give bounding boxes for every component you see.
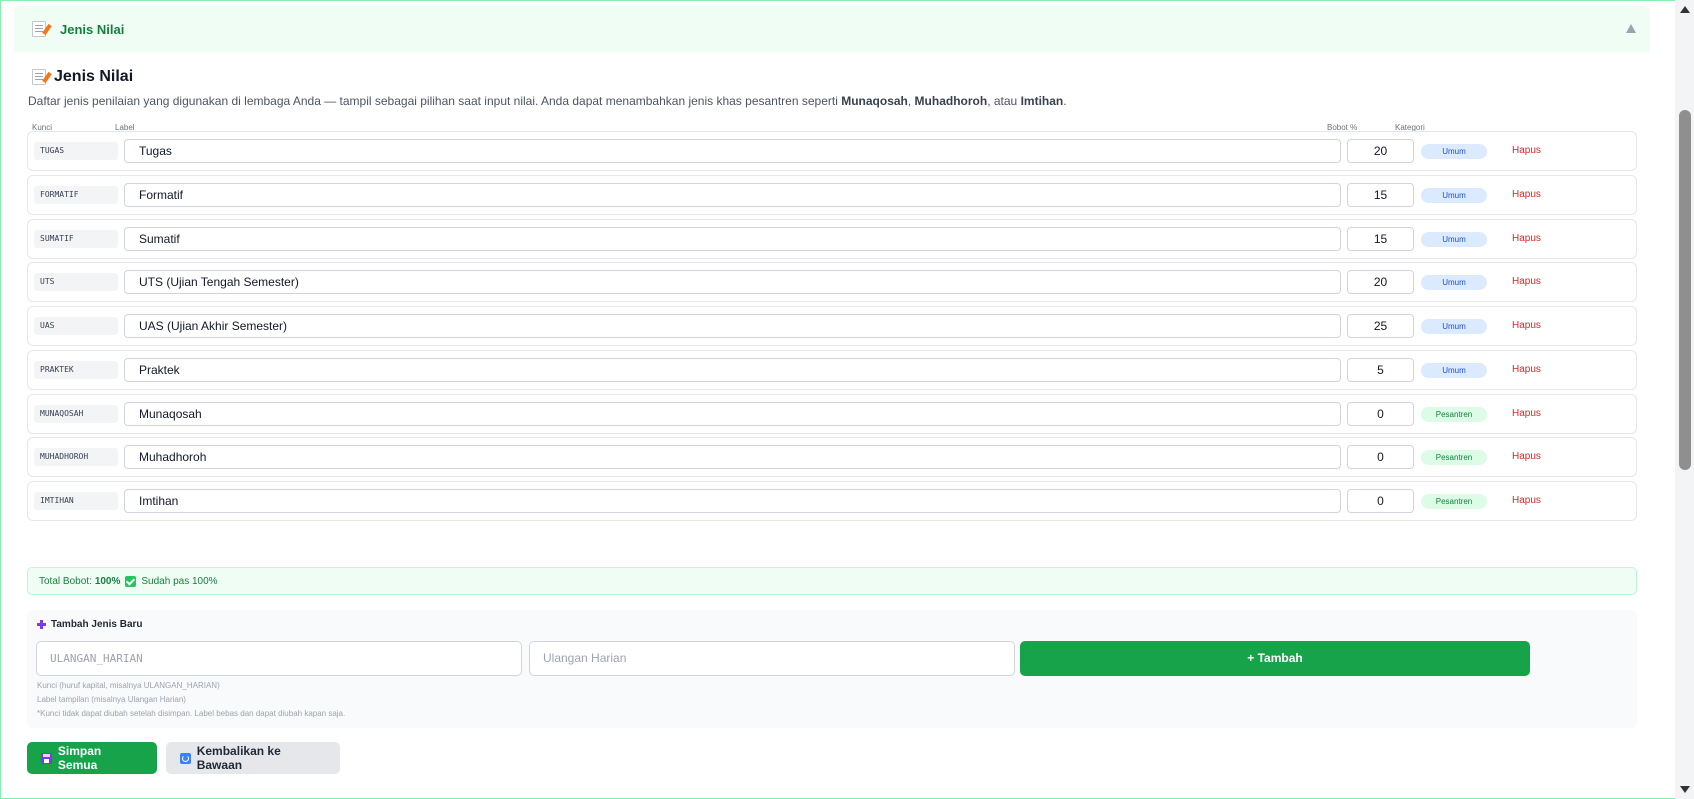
jenis-bobot-input[interactable]: 20 [1347, 139, 1414, 163]
jenis-label-input[interactable]: UAS (Ujian Akhir Semester) [124, 314, 1341, 338]
kategori-badge: Umum [1421, 188, 1487, 203]
add-jenis-panel: Tambah Jenis Baru ULANGAN_HARIAN Ulangan… [27, 610, 1637, 728]
jenis-key: MUHADHOROH [34, 448, 118, 466]
jenis-key: FORMATIF [34, 186, 118, 204]
scrollbar[interactable] [1675, 0, 1694, 799]
delete-button[interactable]: Hapus [1512, 364, 1541, 375]
jenis-row: MUNAQOSAH Munaqosah 0 Pesantren Hapus [27, 394, 1637, 434]
description-end: . [1063, 94, 1067, 108]
jenis-key: PRAKTEK [34, 361, 118, 379]
scroll-up-icon[interactable] [1680, 6, 1690, 13]
jenis-key: MUNAQOSAH [34, 405, 118, 423]
add-button[interactable]: + Tambah [1020, 641, 1530, 676]
kategori-badge: Umum [1421, 144, 1487, 159]
scrollbar-thumb[interactable] [1679, 110, 1691, 470]
jenis-key: UAS [34, 317, 118, 335]
jenis-bobot-input[interactable]: 20 [1347, 270, 1414, 294]
jenis-row: MUHADHOROH Muhadhoroh 0 Pesantren Hapus [27, 437, 1637, 477]
refresh-icon [180, 752, 191, 764]
hint-key: Kunci (huruf kapital, misalnya ULANGAN_H… [37, 681, 220, 690]
jenis-key: SUMATIF [34, 230, 118, 248]
jenis-label-input[interactable]: UTS (Ujian Tengah Semester) [124, 270, 1341, 294]
kategori-badge: Pesantren [1421, 494, 1487, 509]
description-bold-munaqosah: Munaqosah [841, 94, 908, 108]
section-header[interactable]: Jenis Nilai [14, 6, 1650, 52]
total-value: 100% [94, 575, 121, 587]
kategori-badge: Pesantren [1421, 450, 1487, 465]
jenis-label-input[interactable]: Tugas [124, 139, 1341, 163]
delete-button[interactable]: Hapus [1512, 451, 1541, 462]
add-title-text: Tambah Jenis Baru [51, 619, 143, 630]
jenis-bobot-input[interactable]: 0 [1347, 489, 1414, 513]
delete-button[interactable]: Hapus [1512, 145, 1541, 156]
jenis-key: UTS [34, 273, 118, 291]
jenis-row: FORMATIF Formatif 15 Umum Hapus [27, 175, 1637, 215]
jenis-bobot-input[interactable]: 0 [1347, 402, 1414, 426]
delete-button[interactable]: Hapus [1512, 320, 1541, 331]
description-sep: , atau [987, 94, 1021, 108]
delete-button[interactable]: Hapus [1512, 233, 1541, 244]
description-sep: , [907, 94, 915, 108]
description-bold-muhadhoroh: Muhadhoroh [914, 94, 988, 108]
check-icon [125, 575, 137, 587]
delete-button[interactable]: Hapus [1512, 189, 1541, 200]
new-key-input[interactable]: ULANGAN_HARIAN [36, 641, 522, 676]
delete-button[interactable]: Hapus [1512, 408, 1541, 419]
jenis-key: TUGAS [34, 142, 118, 160]
jenis-row: IMTIHAN Imtihan 0 Pesantren Hapus [27, 481, 1637, 521]
delete-button[interactable]: Hapus [1512, 495, 1541, 506]
card-title-text: Jenis Nilai [54, 68, 134, 85]
jenis-label-input[interactable]: Sumatif [124, 227, 1341, 251]
jenis-row: UTS UTS (Ujian Tengah Semester) 20 Umum Hapu… [27, 262, 1637, 302]
reset-defaults-label: Kembalikan ke Bawaan [196, 744, 281, 772]
section-title: Jenis Nilai [60, 21, 125, 37]
total-status: Sudah pas 100% [141, 575, 218, 587]
description-bold-imtihan: Imtihan [1020, 94, 1064, 108]
new-label-input[interactable]: Ulangan Harian [529, 641, 1015, 676]
jenis-bobot-input[interactable]: 5 [1347, 358, 1414, 382]
total-bobot-bar: Total Bobot: 100% Sudah pas 100% [27, 567, 1637, 595]
jenis-label-input[interactable]: Formatif [124, 183, 1341, 207]
scroll-down-icon[interactable] [1680, 786, 1690, 793]
hint-label: Label tampilan (misalnya Ulangan Harian) [37, 695, 186, 704]
save-all-label: Simpan Semua [57, 744, 102, 772]
kategori-badge: Umum [1421, 232, 1487, 247]
save-all-button[interactable]: Simpan Semua [27, 742, 157, 774]
delete-button[interactable]: Hapus [1512, 276, 1541, 287]
hint-note: *Kunci tidak dapat diubah setelah disimp… [37, 709, 346, 718]
jenis-key: IMTIHAN [34, 492, 118, 510]
memo-icon [32, 21, 46, 37]
jenis-label-input[interactable]: Muhadhoroh [124, 445, 1341, 469]
jenis-label-input[interactable]: Imtihan [124, 489, 1341, 513]
kategori-badge: Umum [1421, 363, 1487, 378]
jenis-label-input[interactable]: Munaqosah [124, 402, 1341, 426]
total-label: Total Bobot: [39, 575, 92, 587]
jenis-bobot-input[interactable]: 15 [1347, 227, 1414, 251]
floppy-icon [41, 752, 52, 764]
card-title: Jenis Nilai [32, 68, 133, 86]
jenis-row: TUGAS Tugas 20 Umum Hapus [27, 131, 1637, 171]
add-title: Tambah Jenis Baru [37, 619, 143, 630]
jenis-nilai-card: Jenis Nilai Daftar jenis penilaian yang … [14, 52, 1650, 794]
plus-icon [37, 620, 46, 629]
jenis-row: SUMATIF Sumatif 15 Umum Hapus [27, 219, 1637, 259]
card-description: Daftar jenis penilaian yang digunakan di… [28, 94, 1067, 108]
kategori-badge: Pesantren [1421, 407, 1487, 422]
jenis-bobot-input[interactable]: 15 [1347, 183, 1414, 207]
reset-defaults-button[interactable]: Kembalikan ke Bawaan [166, 742, 340, 774]
jenis-label-input[interactable]: Praktek [124, 358, 1341, 382]
kategori-badge: Umum [1421, 275, 1487, 290]
description-text: Daftar jenis penilaian yang digunakan di… [28, 94, 842, 108]
jenis-bobot-input[interactable]: 0 [1347, 445, 1414, 469]
chevron-up-icon[interactable] [1626, 24, 1636, 33]
memo-icon [32, 69, 46, 85]
kategori-badge: Umum [1421, 319, 1487, 334]
jenis-bobot-input[interactable]: 25 [1347, 314, 1414, 338]
jenis-row: UAS UAS (Ujian Akhir Semester) 25 Umum Hapus [27, 306, 1637, 346]
jenis-row: PRAKTEK Praktek 5 Umum Hapus [27, 350, 1637, 390]
